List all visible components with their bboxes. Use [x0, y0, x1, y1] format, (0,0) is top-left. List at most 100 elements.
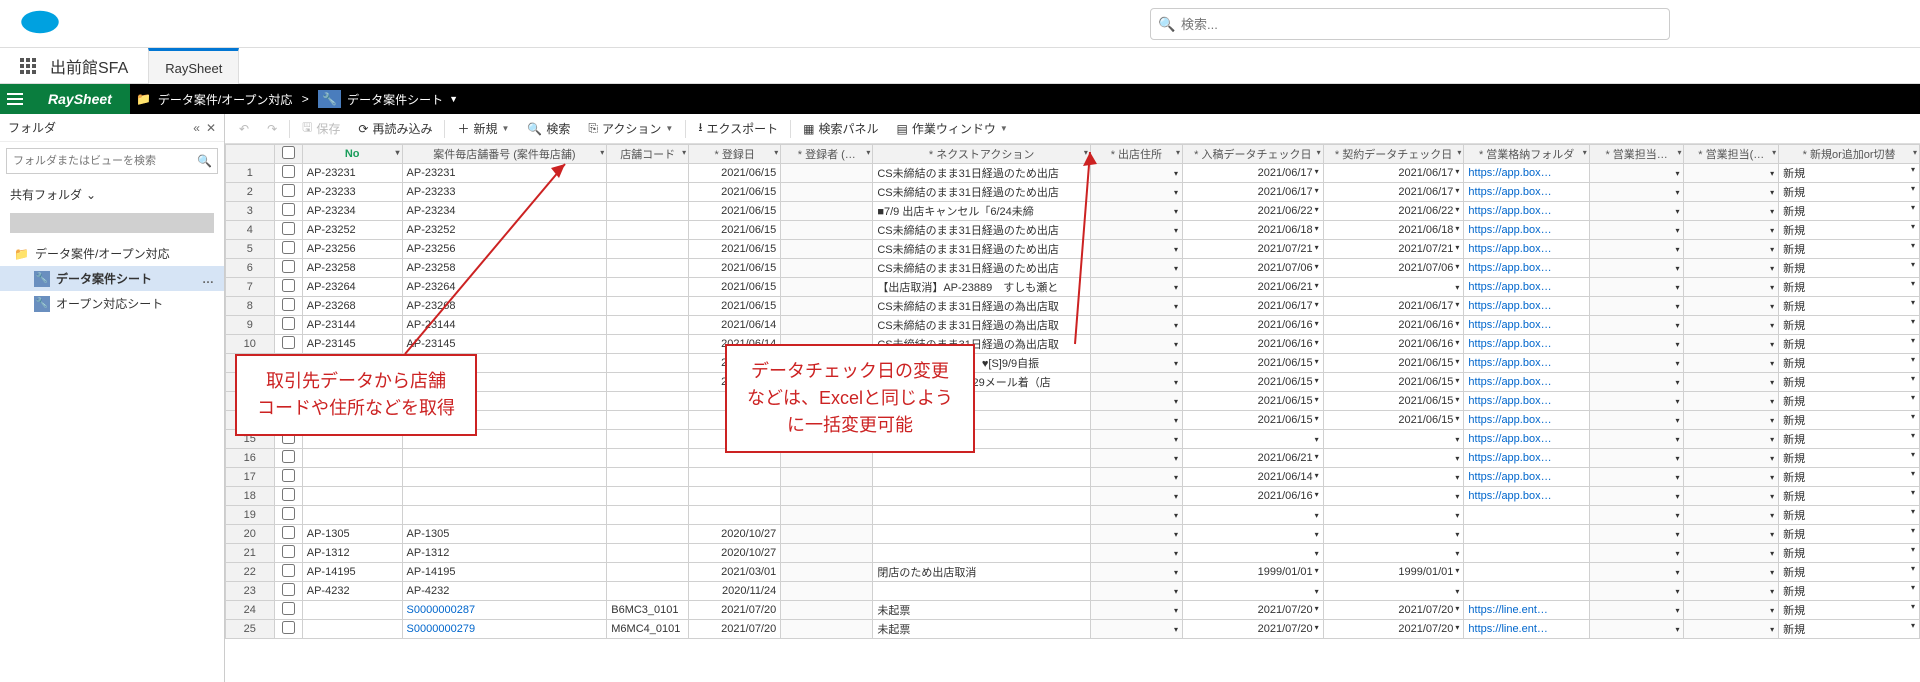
header-person2[interactable]: * 営業担当(…▾: [1684, 145, 1779, 164]
cell-dropdown-icon[interactable]: ▾: [1770, 625, 1774, 634]
row-checkbox[interactable]: [282, 450, 295, 463]
cell-check1[interactable]: ▾: [1182, 506, 1323, 525]
undo-button[interactable]: ↶: [231, 117, 257, 141]
cell-person2[interactable]: ▾: [1684, 240, 1779, 259]
cell-dropdown-icon[interactable]: ▾: [1315, 530, 1319, 539]
row-checkbox[interactable]: [282, 488, 295, 501]
cell-check2[interactable]: 2021/07/20▾: [1323, 620, 1464, 639]
search-icon[interactable]: 🔍: [197, 154, 212, 168]
cell-person2[interactable]: ▾: [1684, 373, 1779, 392]
cell-shop-code[interactable]: M6MC4_0101: [607, 620, 689, 639]
table-row[interactable]: 24S0000000287B6MC3_01012021/07/20未起票▾202…: [226, 601, 1920, 620]
cell-dropdown-icon[interactable]: ▾: [1455, 167, 1459, 176]
cell-dropdown-icon[interactable]: ▾: [1675, 568, 1679, 577]
row-number[interactable]: 18: [226, 487, 275, 506]
cell-check2[interactable]: ▾: [1323, 506, 1464, 525]
cell-check2[interactable]: ▾: [1323, 430, 1464, 449]
table-row[interactable]: 17▾2021/06/14▾▾https://app.box…▾▾新規▾: [226, 468, 1920, 487]
search-button[interactable]: 🔍検索: [519, 117, 578, 141]
cell-person[interactable]: ▾: [1589, 183, 1684, 202]
row-checkbox-cell[interactable]: [274, 449, 302, 468]
cell-check1[interactable]: 2021/06/16▾: [1182, 335, 1323, 354]
cell-new-add[interactable]: 新規▾: [1779, 392, 1920, 411]
row-number[interactable]: 16: [226, 449, 275, 468]
cell-dropdown-icon[interactable]: ▾: [1174, 492, 1178, 501]
cell-reg-by[interactable]: [781, 506, 873, 525]
row-number[interactable]: 22: [226, 563, 275, 582]
cell-reg-date[interactable]: [689, 468, 781, 487]
cell-next-action[interactable]: [873, 582, 1091, 601]
cell-folder[interactable]: https://app.box…: [1464, 278, 1589, 297]
cell-person[interactable]: ▾: [1589, 335, 1684, 354]
cell-dropdown-icon[interactable]: ▾: [1770, 606, 1774, 615]
cell-dropdown-icon[interactable]: ▾: [1174, 606, 1178, 615]
cell-dropdown-icon[interactable]: ▾: [1455, 549, 1459, 558]
cell-dropdown-icon[interactable]: ▾: [1675, 511, 1679, 520]
row-number[interactable]: 4: [226, 221, 275, 240]
cell-dropdown-icon[interactable]: ▾: [1174, 340, 1178, 349]
cell-dropdown-icon[interactable]: ▾: [1174, 416, 1178, 425]
cell-folder[interactable]: https://app.box…: [1464, 487, 1589, 506]
cell-shop-code[interactable]: B6MC3_0101: [607, 601, 689, 620]
cell-new-add[interactable]: 新規▾: [1779, 449, 1920, 468]
cell-person2[interactable]: ▾: [1684, 297, 1779, 316]
cell-case-no[interactable]: AP-4232: [402, 582, 607, 601]
header-reg-date[interactable]: * 登録日▾: [689, 145, 781, 164]
cell-no[interactable]: AP-1305: [302, 525, 402, 544]
table-row[interactable]: 13▾2021/06/15▾2021/06/15▾https://app.box…: [226, 392, 1920, 411]
cell-dropdown-icon[interactable]: ▾: [1315, 395, 1319, 404]
cell-dropdown-icon[interactable]: ▾: [1455, 623, 1459, 632]
cell-dropdown-icon[interactable]: ▾: [1911, 355, 1915, 364]
cell-no[interactable]: AP-1312: [302, 544, 402, 563]
cell-person[interactable]: ▾: [1589, 221, 1684, 240]
table-row[interactable]: 15▾▾▾https://app.box…▾▾新規▾: [226, 430, 1920, 449]
cell-new-add[interactable]: 新規▾: [1779, 563, 1920, 582]
filter-icon[interactable]: ▾: [1677, 148, 1681, 157]
row-checkbox-cell[interactable]: [274, 164, 302, 183]
cell-reg-date[interactable]: 2021/06/14: [689, 316, 781, 335]
cell-shop-code[interactable]: [607, 544, 689, 563]
cell-addr[interactable]: ▾: [1090, 430, 1182, 449]
cell-dropdown-icon[interactable]: ▾: [1911, 222, 1915, 231]
cell-next-action[interactable]: [873, 506, 1091, 525]
cell-dropdown-icon[interactable]: ▾: [1911, 393, 1915, 402]
cell-dropdown-icon[interactable]: ▾: [1455, 186, 1459, 195]
cell-dropdown-icon[interactable]: ▾: [1770, 378, 1774, 387]
cell-dropdown-icon[interactable]: ▾: [1911, 602, 1915, 611]
cell-reg-by[interactable]: [781, 202, 873, 221]
cell-check2[interactable]: ▾: [1323, 487, 1464, 506]
cell-shop-code[interactable]: [607, 449, 689, 468]
cell-shop-code[interactable]: [607, 525, 689, 544]
cell-person2[interactable]: ▾: [1684, 506, 1779, 525]
row-number[interactable]: 21: [226, 544, 275, 563]
cell-person2[interactable]: ▾: [1684, 316, 1779, 335]
cell-dropdown-icon[interactable]: ▾: [1911, 450, 1915, 459]
cell-check2[interactable]: 2021/06/15▾: [1323, 411, 1464, 430]
cell-dropdown-icon[interactable]: ▾: [1675, 530, 1679, 539]
cell-check1[interactable]: 1999/01/01▾: [1182, 563, 1323, 582]
cell-reg-by[interactable]: [781, 601, 873, 620]
cell-person[interactable]: ▾: [1589, 373, 1684, 392]
row-checkbox[interactable]: [282, 260, 295, 273]
action-button[interactable]: ⎘アクション▼: [580, 117, 681, 141]
cell-dropdown-icon[interactable]: ▾: [1911, 545, 1915, 554]
cell-check1[interactable]: 2021/07/06▾: [1182, 259, 1323, 278]
cell-person[interactable]: ▾: [1589, 487, 1684, 506]
cell-dropdown-icon[interactable]: ▾: [1315, 452, 1319, 461]
cell-no[interactable]: [302, 449, 402, 468]
cell-shop-code[interactable]: [607, 202, 689, 221]
header-corner[interactable]: [226, 145, 275, 164]
cell-dropdown-icon[interactable]: ▾: [1455, 243, 1459, 252]
cell-dropdown-icon[interactable]: ▾: [1770, 492, 1774, 501]
cell-folder[interactable]: https://app.box…: [1464, 373, 1589, 392]
cell-dropdown-icon[interactable]: ▾: [1911, 317, 1915, 326]
cell-person[interactable]: ▾: [1589, 582, 1684, 601]
cell-no[interactable]: [302, 468, 402, 487]
row-checkbox-cell[interactable]: [274, 601, 302, 620]
filter-icon[interactable]: ▾: [682, 148, 686, 157]
cell-shop-code[interactable]: [607, 221, 689, 240]
cell-person[interactable]: ▾: [1589, 525, 1684, 544]
cell-shop-code[interactable]: [607, 354, 689, 373]
cell-folder[interactable]: https://app.box…: [1464, 392, 1589, 411]
row-checkbox-cell[interactable]: [274, 468, 302, 487]
